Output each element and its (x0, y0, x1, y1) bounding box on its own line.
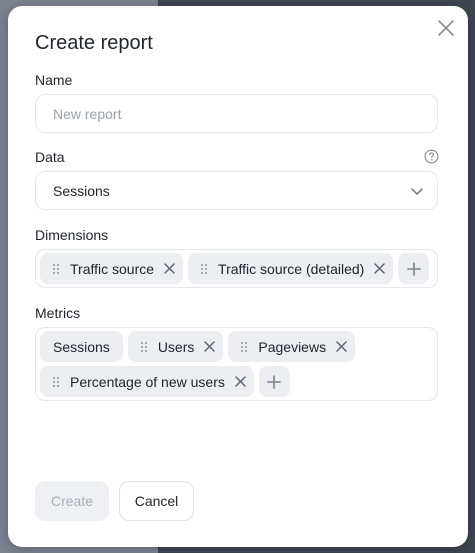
create-report-dialog: Create report Name Data Sessions Dimensi… (8, 6, 468, 547)
cancel-button[interactable]: Cancel (119, 481, 194, 521)
chip-label: Percentage of new users (70, 373, 225, 390)
chip-label: Sessions (53, 338, 110, 355)
metric-chip[interactable]: Pageviews (228, 331, 356, 362)
drag-handle-icon[interactable] (140, 341, 148, 353)
add-dimension-button[interactable] (398, 253, 430, 284)
question-circle-icon (424, 149, 439, 164)
dialog-title: Create report (35, 32, 153, 54)
close-icon (164, 263, 175, 274)
remove-chip-button[interactable] (204, 341, 216, 352)
chevron-down-icon (411, 188, 423, 195)
metrics-label: Metrics (35, 305, 81, 321)
metric-chip[interactable]: Users (127, 331, 224, 362)
data-select[interactable]: Sessions (35, 171, 438, 210)
metric-chip[interactable]: Percentage of new users (40, 366, 254, 397)
chip-label: Pageviews (258, 338, 327, 355)
drag-handle-icon[interactable] (200, 263, 208, 275)
close-icon (235, 376, 246, 387)
chip-label: Users (157, 338, 195, 355)
remove-chip-button[interactable] (235, 376, 246, 387)
remove-chip-button[interactable] (164, 263, 175, 274)
close-icon (374, 263, 386, 274)
dimensions-box: Traffic source Traffic source (detailed) (35, 249, 438, 288)
create-button[interactable]: Create (35, 481, 109, 521)
drag-handle-icon[interactable] (52, 376, 60, 388)
dimensions-label: Dimensions (35, 227, 109, 243)
dimension-chip[interactable]: Traffic source (detailed) (188, 253, 394, 284)
add-metric-button[interactable] (258, 366, 290, 397)
metric-chip[interactable]: Sessions (40, 331, 123, 362)
drag-handle-icon[interactable] (240, 341, 248, 353)
help-button[interactable] (424, 149, 439, 169)
data-select-value: Sessions (53, 182, 110, 199)
data-label: Data (35, 149, 65, 165)
dimension-chip[interactable]: Traffic source (40, 253, 184, 284)
plus-icon (267, 374, 282, 389)
chip-label: Traffic source (detailed) (218, 260, 365, 277)
close-icon (438, 20, 454, 36)
chip-label: Traffic source (70, 260, 155, 277)
name-label: Name (35, 72, 73, 88)
name-input[interactable] (35, 94, 438, 133)
close-icon (204, 341, 216, 352)
drag-handle-icon[interactable] (52, 263, 60, 275)
close-icon (336, 341, 347, 352)
remove-chip-button[interactable] (374, 263, 386, 274)
plus-icon (407, 261, 421, 276)
metrics-box: Sessions Users Pageviews Percentage of n… (35, 327, 438, 401)
close-button[interactable] (434, 16, 458, 40)
remove-chip-button[interactable] (336, 341, 347, 352)
